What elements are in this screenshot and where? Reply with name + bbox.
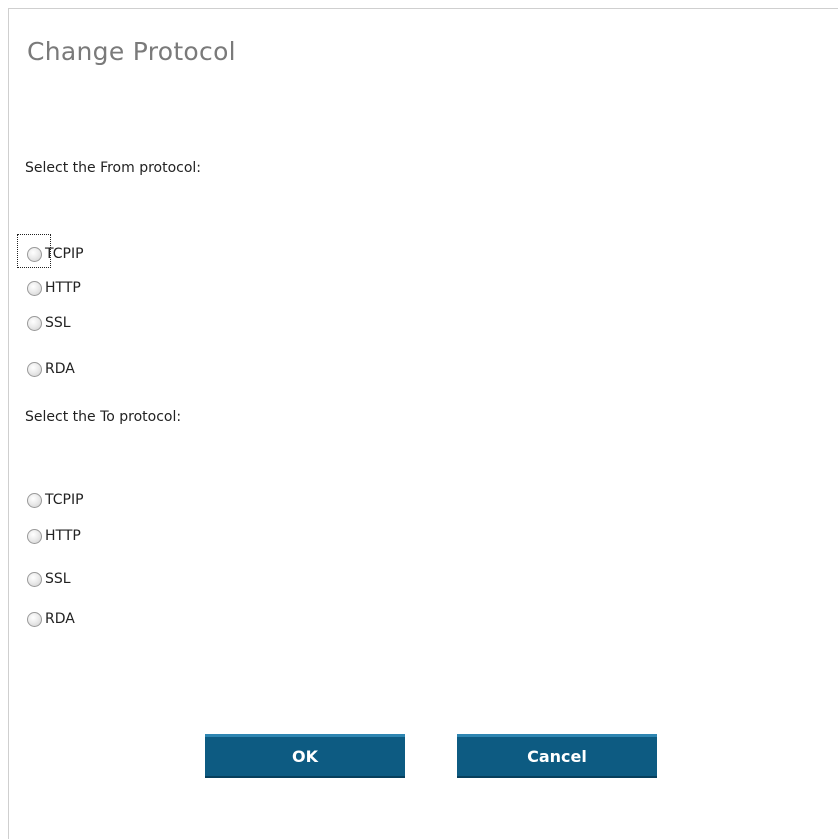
radio-button-icon[interactable] — [27, 571, 42, 587]
to-protocol-label: Select the To protocol: — [25, 409, 182, 425]
from-option-label-tcpip: TCPIP — [45, 246, 84, 262]
radio-button-icon[interactable] — [27, 611, 42, 627]
change-protocol-dialog: Change Protocol Select the From protocol… — [8, 8, 838, 839]
to-option-label-http: HTTP — [45, 528, 81, 544]
radio-button-icon[interactable] — [27, 492, 42, 508]
from-radio-tcpip[interactable]: TCPIP — [25, 243, 84, 265]
cancel-button[interactable]: Cancel — [457, 734, 657, 778]
from-protocol-label: Select the From protocol: — [25, 160, 202, 176]
radio-button-icon[interactable] — [27, 246, 42, 262]
from-option-label-ssl: SSL — [45, 315, 71, 331]
to-radio-rda[interactable]: RDA — [25, 608, 75, 630]
from-option-label-rda: RDA — [45, 361, 75, 377]
from-radio-rda[interactable]: RDA — [25, 358, 75, 380]
from-radio-http[interactable]: HTTP — [25, 277, 81, 299]
radio-button-icon[interactable] — [27, 528, 42, 544]
from-radio-ssl[interactable]: SSL — [25, 312, 71, 334]
to-option-label-tcpip: TCPIP — [45, 492, 84, 508]
ok-button[interactable]: OK — [205, 734, 405, 778]
radio-button-icon[interactable] — [27, 361, 42, 377]
to-radio-http[interactable]: HTTP — [25, 525, 81, 547]
radio-button-icon[interactable] — [27, 315, 42, 331]
from-option-label-http: HTTP — [45, 280, 81, 296]
dialog-title: Change Protocol — [27, 37, 236, 66]
to-radio-tcpip[interactable]: TCPIP — [25, 489, 84, 511]
to-radio-ssl[interactable]: SSL — [25, 568, 71, 590]
radio-button-icon[interactable] — [27, 280, 42, 296]
to-option-label-rda: RDA — [45, 611, 75, 627]
to-option-label-ssl: SSL — [45, 571, 71, 587]
